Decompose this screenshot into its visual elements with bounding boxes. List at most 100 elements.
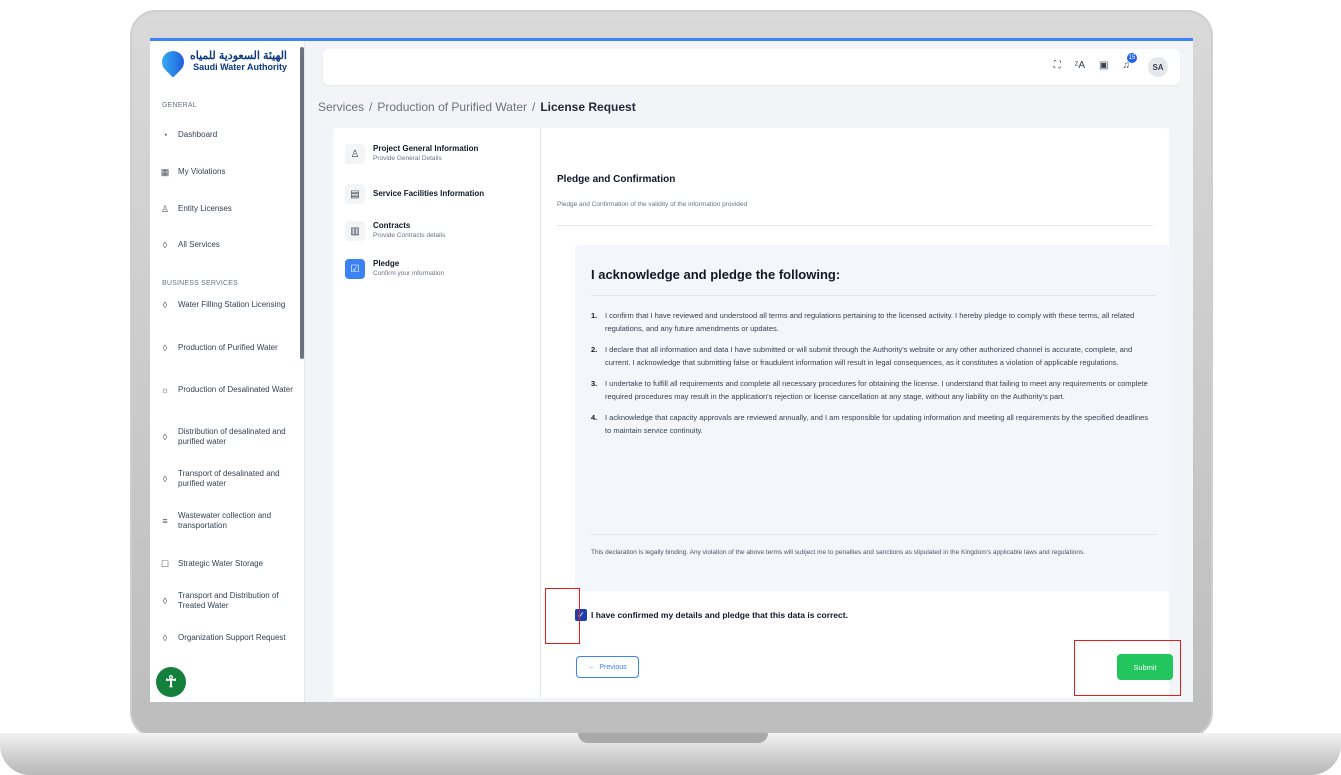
topbar: ⛶ ᶻA ▣ ♫ 15 SA	[323, 49, 1180, 85]
logo-text: الهيئة السعودية للمياه Saudi Water Autho…	[190, 51, 287, 73]
pledge-item-text: I confirm that I have reviewed and under…	[605, 311, 1135, 333]
sidebar-item-transport[interactable]: ◊ Transport of desalinated and purified …	[160, 469, 300, 489]
step-pledge[interactable]: ☑ Pledge Confirm your information	[345, 259, 444, 279]
confirm-label[interactable]: I have confirmed my details and pledge t…	[591, 610, 848, 620]
pledge-item-number: 1.	[591, 311, 598, 320]
step-title: Pledge	[373, 259, 400, 268]
pledge-box: I acknowledge and pledge the following: …	[575, 245, 1172, 591]
drop-icon: ◊	[162, 633, 168, 643]
topbar-icons: ⛶ ᶻA ▣ ♫ 15	[1054, 53, 1137, 71]
accessibility-button[interactable]: ☥	[156, 667, 186, 697]
accessibility-icon: ☥	[165, 674, 177, 691]
avatar[interactable]: SA	[1148, 57, 1168, 77]
pledge-legal-note: This declaration is legally binding. Any…	[591, 549, 1086, 556]
sidebar-item-desalinated-water[interactable]: ☼ Production of Desalinated Water	[160, 385, 300, 395]
sidebar-item-label: Entity Licenses	[178, 204, 232, 213]
notification-bell-icon[interactable]: ♫ 15	[1123, 53, 1137, 71]
step-subtitle: Provide General Details	[373, 155, 442, 162]
pledge-item-number: 3.	[591, 379, 598, 388]
divider	[557, 225, 1153, 226]
drop-icon: ◊	[162, 240, 168, 250]
step-title: Contracts	[373, 221, 411, 230]
laptop-notch	[578, 733, 768, 743]
sidebar-item-wastewater[interactable]: ≡ Wastewater collection and transportati…	[160, 511, 300, 531]
user-icon: ♙	[160, 204, 170, 214]
checkbox-highlight-box	[545, 588, 580, 644]
sidebar-item-distribution[interactable]: ◊ Distribution of desalinated and purifi…	[160, 427, 300, 447]
pledge-item-text: I acknowledge that capacity approvals ar…	[605, 413, 1149, 435]
drop-icon: ◊	[162, 432, 168, 442]
previous-button[interactable]: ← Previous	[576, 656, 639, 678]
sidebar-item-label: Wastewater collection and transportation	[178, 511, 272, 530]
drop-icon: ◊	[162, 474, 168, 484]
screen: الهيئة السعودية للمياه Saudi Water Autho…	[150, 38, 1193, 702]
check-square-icon: ☑	[345, 259, 365, 279]
pledge-item-text: I declare that all information and data …	[605, 345, 1133, 367]
wizard-steps: ♙ Project General Information Provide Ge…	[333, 128, 541, 698]
drop-icon: ◊	[162, 300, 168, 310]
breadcrumb-separator: /	[369, 100, 373, 114]
step-subtitle: Confirm your information	[373, 270, 445, 277]
pledge-list: 1. I confirm that I have reviewed and un…	[591, 309, 1155, 445]
pledge-content: Pledge and Confirmation Pledge and Confi…	[557, 128, 1173, 698]
breadcrumb: Services / Production of Purified Water …	[318, 100, 636, 114]
step-contracts[interactable]: ▥ Contracts Provide Contracts details	[345, 221, 445, 241]
arrow-left-icon: ←	[588, 663, 596, 671]
logo-arabic: الهيئة السعودية للمياه	[190, 50, 287, 62]
step-project-general[interactable]: ♙ Project General Information Provide Ge…	[345, 144, 478, 164]
storage-icon: ☐	[160, 559, 170, 569]
pledge-heading: I acknowledge and pledge the following:	[591, 267, 841, 282]
user-icon: ♙	[345, 144, 365, 164]
notification-badge: 15	[1127, 53, 1137, 63]
previous-label: Previous	[599, 663, 627, 671]
lines-icon: ≡	[162, 516, 168, 526]
sidebar-item-storage[interactable]: ☐ Strategic Water Storage	[160, 559, 300, 569]
sidebar-item-label: Water Filling Station Licensing	[178, 300, 286, 309]
document-icon: ▥	[345, 221, 365, 241]
confirm-row: ✓ I have confirmed my details and pledge…	[575, 609, 848, 621]
sidebar-item-label: Dashboard	[178, 130, 218, 139]
sidebar-section-business: BUSINESS SERVICES	[162, 280, 239, 287]
sidebar-item-label: Production of Desalinated Water	[178, 385, 293, 394]
grid-icon: ▦	[160, 167, 170, 177]
sidebar-item-label: My Violations	[178, 167, 226, 176]
sidebar-item-water-filling[interactable]: ◊ Water Filling Station Licensing	[160, 300, 300, 310]
divider	[591, 295, 1157, 296]
section-title: Pledge and Confirmation	[557, 174, 676, 185]
step-service-facilities[interactable]: ▤ Service Facilities Information	[345, 184, 484, 204]
sidebar-item-org-support[interactable]: ◊ Organization Support Request	[160, 633, 300, 643]
breadcrumb-production[interactable]: Production of Purified Water	[377, 100, 527, 114]
translate-icon[interactable]: ᶻA	[1075, 60, 1085, 71]
pledge-item-number: 4.	[591, 413, 598, 422]
sidebar: الهيئة السعودية للمياه Saudi Water Autho…	[150, 41, 305, 702]
sidebar-item-purified-water[interactable]: ◊ Production of Purified Water	[160, 343, 300, 353]
pledge-item: 4. I acknowledge that capacity approvals…	[591, 411, 1155, 437]
sidebar-item-my-violations[interactable]: ▦ My Violations	[160, 167, 300, 177]
section-subtitle: Pledge and Confirmation of the validity …	[557, 201, 748, 208]
sidebar-item-label: Transport and Distribution of Treated Wa…	[178, 591, 279, 610]
sidebar-item-dashboard[interactable]: ◔ Dashboard	[160, 130, 300, 140]
submit-highlight-box	[1074, 640, 1181, 696]
sidebar-item-label: Transport of desalinated and purified wa…	[178, 469, 280, 488]
drop-icon: ◊	[162, 343, 168, 353]
logo-english: Saudi Water Authority	[193, 62, 287, 72]
fullscreen-icon[interactable]: ⛶	[1054, 60, 1061, 71]
sidebar-item-entity-licenses[interactable]: ♙ Entity Licenses	[160, 204, 300, 214]
sidebar-item-label: All Services	[178, 240, 220, 249]
sidebar-scrollbar[interactable]	[300, 47, 304, 359]
logo[interactable]: الهيئة السعودية للمياه Saudi Water Autho…	[157, 46, 287, 78]
sidebar-item-label: Organization Support Request	[178, 633, 286, 642]
step-title: Service Facilities Information	[373, 189, 485, 198]
sidebar-item-all-services[interactable]: ◊ All Services	[160, 240, 300, 250]
pledge-item: 1. I confirm that I have reviewed and un…	[591, 309, 1155, 335]
breadcrumb-services[interactable]: Services	[318, 100, 364, 114]
dashboard-icon: ◔	[162, 130, 168, 140]
clipboard-icon[interactable]: ▣	[1099, 60, 1108, 71]
pledge-item: 2. I declare that all information and da…	[591, 343, 1155, 369]
logo-drop-icon	[157, 46, 189, 78]
breadcrumb-current: License Request	[540, 100, 636, 114]
sidebar-item-treated-water[interactable]: ◊ Transport and Distribution of Treated …	[160, 591, 300, 611]
sidebar-section-general: GENERAL	[162, 102, 197, 109]
sidebar-item-label: Distribution of desalinated and purified…	[178, 427, 286, 446]
id-card-icon: ▤	[345, 184, 365, 204]
